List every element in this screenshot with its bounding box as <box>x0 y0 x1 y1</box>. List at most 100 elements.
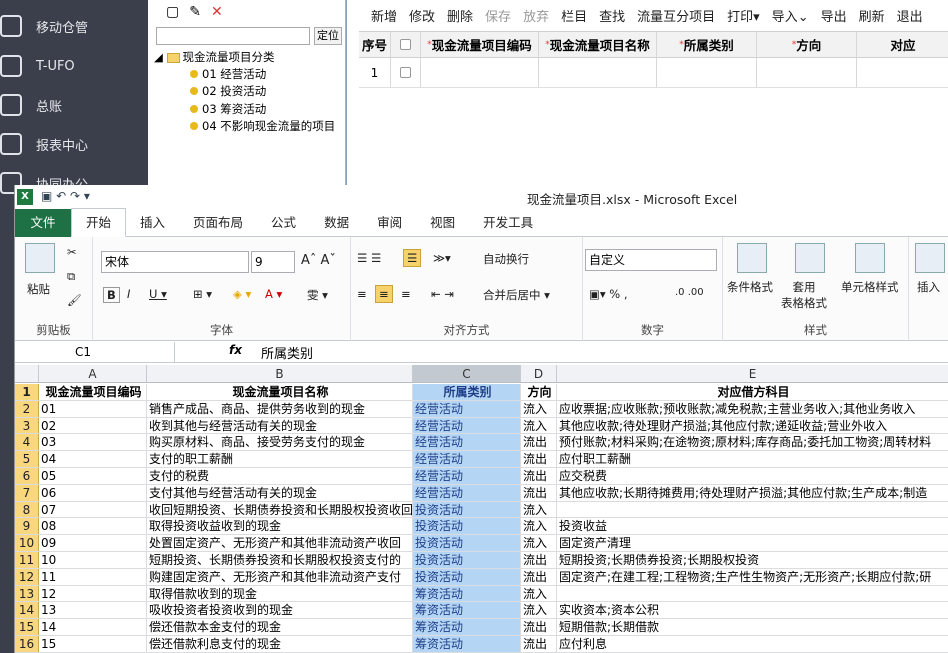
cell[interactable]: 13 <box>39 602 147 619</box>
cell[interactable]: 筹资活动 <box>413 636 521 652</box>
edit-icon[interactable]: ✎ <box>189 4 201 20</box>
cell[interactable]: 收到其他与经营活动有关的现金 <box>147 417 413 434</box>
tab-data[interactable]: 数据 <box>310 209 363 237</box>
row-header[interactable]: 10 <box>15 535 39 551</box>
cell[interactable]: 吸收投资者投资收到的现金 <box>147 602 413 619</box>
table-row[interactable]: 9 08 取得投资收益收到的现金 投资活动 流入 投资收益 <box>15 518 948 536</box>
merge-center-button[interactable]: 合并后居中 ▾ <box>483 287 550 303</box>
cell[interactable]: 流出 <box>521 619 557 635</box>
tab-review[interactable]: 审阅 <box>363 209 416 237</box>
row-header[interactable]: 2 <box>15 400 39 417</box>
cell[interactable]: 支付其他与经营活动有关的现金 <box>147 484 413 501</box>
table-row[interactable]: 10 09 处置固定资产、无形资产和其他非流动资产收回 投资活动 流入 固定资产清理 <box>15 535 948 552</box>
cell[interactable]: 07 <box>39 501 147 518</box>
row-header[interactable]: 8 <box>15 501 39 518</box>
col-header-e[interactable]: E <box>557 365 948 382</box>
align-top-icon[interactable]: ☰ ☰ <box>357 251 381 265</box>
fill-color-icon[interactable]: ◈ ▾ <box>233 287 251 301</box>
sidebar-item-tufo[interactable]: T-UFO <box>0 46 148 86</box>
cell[interactable]: 预付账款;材料采购;在途物资;原材料;库存商品;委托加工物资;周转材料 <box>557 434 948 450</box>
cell[interactable]: 偿还借款本金支付的现金 <box>147 619 413 635</box>
cell[interactable]: 15 <box>39 636 147 652</box>
cell[interactable]: 取得投资收益收到的现金 <box>147 518 413 535</box>
table-row[interactable]: 4 03 购买原材料、商品、接受劳务支付的现金 经营活动 流出 预付账款;材料采购;在途物… <box>15 434 948 452</box>
table-row[interactable]: 1 <box>359 58 948 88</box>
tree-root[interactable]: ◢ 现金流量项目分类 <box>154 49 275 65</box>
cell[interactable]: 固定资产清理 <box>557 535 948 551</box>
copy-icon[interactable]: ⧉ <box>67 269 75 284</box>
sidebar-item-report-center[interactable]: 报表中心 <box>0 124 148 164</box>
table-row[interactable]: 11 10 短期投资、长期债券投资和长期股权投资支付的 投资活动 流出 短期投资;长期债券… <box>15 552 948 569</box>
cell[interactable] <box>857 58 948 87</box>
cell[interactable]: 03 <box>39 434 147 451</box>
cell[interactable]: 流入 <box>521 585 557 602</box>
cell[interactable]: 05 <box>39 468 147 484</box>
edit-button[interactable]: 修改 <box>409 6 435 25</box>
decimal-icon[interactable]: .0 .00 <box>675 287 704 298</box>
delete-button[interactable]: 删除 <box>447 6 473 25</box>
cell[interactable]: 支付的税费 <box>147 468 413 484</box>
cell[interactable]: 10 <box>39 552 147 568</box>
cell[interactable]: 流出 <box>521 484 557 501</box>
paste-button[interactable]: 粘贴 <box>27 281 50 297</box>
row-header[interactable]: 15 <box>15 619 39 635</box>
cell[interactable]: 08 <box>39 518 147 535</box>
cell[interactable]: 流出 <box>521 451 557 467</box>
cell[interactable]: 经营活动 <box>413 468 521 484</box>
name-box[interactable]: C1 <box>15 342 175 362</box>
currency-icon[interactable]: ▣▾ % , <box>589 287 628 301</box>
cell[interactable]: 12 <box>39 585 147 602</box>
cell[interactable]: 应收票据;应收账款;预收账款;减免税款;主营业务收入;其他业务收入 <box>557 401 948 417</box>
tab-home[interactable]: 开始 <box>71 208 127 237</box>
cell[interactable]: 经营活动 <box>413 400 521 417</box>
cell[interactable] <box>657 58 757 87</box>
locate-button[interactable]: 定位 <box>314 27 342 45</box>
table-row[interactable]: 6 05 支付的税费 经营活动 流出 应交税费 <box>15 468 948 485</box>
cell[interactable]: 现金流量项目编码 <box>39 384 147 400</box>
formula-input[interactable]: 所属类别 <box>261 343 313 362</box>
table-row[interactable]: 12 11 购建固定资产、无形资产和其他非流动资产支付 投资活动 流出 固定资产;在建工程… <box>15 568 948 586</box>
tab-formulas[interactable]: 公式 <box>257 209 310 237</box>
cell[interactable]: 筹资活动 <box>413 602 521 619</box>
row-header[interactable]: 14 <box>15 602 39 619</box>
cell[interactable]: 其他应收款;待处理财产损溢;其他应付款;递延收益;营业外收入 <box>557 418 948 434</box>
cell-style-button[interactable]: 单元格样式 <box>841 279 899 295</box>
font-color-icon[interactable]: A ▾ <box>265 287 282 301</box>
col-header-b[interactable]: B <box>147 365 413 382</box>
find-button[interactable]: 查找 <box>599 6 625 25</box>
cell[interactable]: 流入 <box>521 501 557 518</box>
cell[interactable]: 14 <box>39 619 147 635</box>
cell[interactable]: 11 <box>39 568 147 585</box>
print-button[interactable]: 打印▾ <box>727 6 760 25</box>
cell[interactable]: 流出 <box>521 468 557 484</box>
conditional-format-button[interactable]: 条件格式 <box>727 279 773 295</box>
cell[interactable]: 销售产成品、商品、提供劳务收到的现金 <box>147 400 413 417</box>
cell[interactable]: 经营活动 <box>413 434 521 451</box>
number-format-select[interactable]: 自定义 <box>585 249 717 271</box>
cell[interactable]: 购买原材料、商品、接受劳务支付的现金 <box>147 434 413 451</box>
sidebar-item-ledger[interactable]: 总账 <box>0 85 148 125</box>
insert-button[interactable]: 插入 <box>917 279 940 295</box>
columns-button[interactable]: 栏目 <box>561 6 587 25</box>
table-row[interactable]: 2 01 销售产成品、商品、提供劳务收到的现金 经营活动 流入 应收票据;应收账款;预收账… <box>15 400 948 418</box>
cell[interactable]: 应付职工薪酬 <box>557 451 948 467</box>
cell[interactable] <box>557 502 948 518</box>
select-all-corner[interactable] <box>15 365 39 382</box>
sidebar-item-mobile-warehouse[interactable]: 移动仓管 <box>0 6 148 46</box>
border-icon[interactable]: ⊞ ▾ <box>193 287 212 301</box>
conditional-format-icon[interactable] <box>737 243 767 273</box>
tab-view[interactable]: 视图 <box>416 209 469 237</box>
cell[interactable] <box>539 58 657 87</box>
table-row[interactable]: 14 13 吸收投资者投资收到的现金 筹资活动 流入 实收资本;资本公积 <box>15 602 948 620</box>
cell[interactable]: 02 <box>39 417 147 434</box>
row-header[interactable]: 4 <box>15 434 39 451</box>
cell[interactable]: 01 <box>39 400 147 417</box>
table-row[interactable]: 1 现金流量项目编码 现金流量项目名称 所属类别 方向 对应借方科目 <box>15 384 948 401</box>
delete-icon[interactable]: ✕ <box>211 4 223 20</box>
cell[interactable]: 短期借款;长期借款 <box>557 619 948 635</box>
tree-search-input[interactable] <box>156 27 310 45</box>
cell[interactable]: 短期投资;长期债券投资;长期股权投资 <box>557 552 948 568</box>
tree-node[interactable]: 02 投资活动 <box>190 83 266 99</box>
paste-icon[interactable] <box>25 243 55 273</box>
cell[interactable]: 应交税费 <box>557 468 948 484</box>
